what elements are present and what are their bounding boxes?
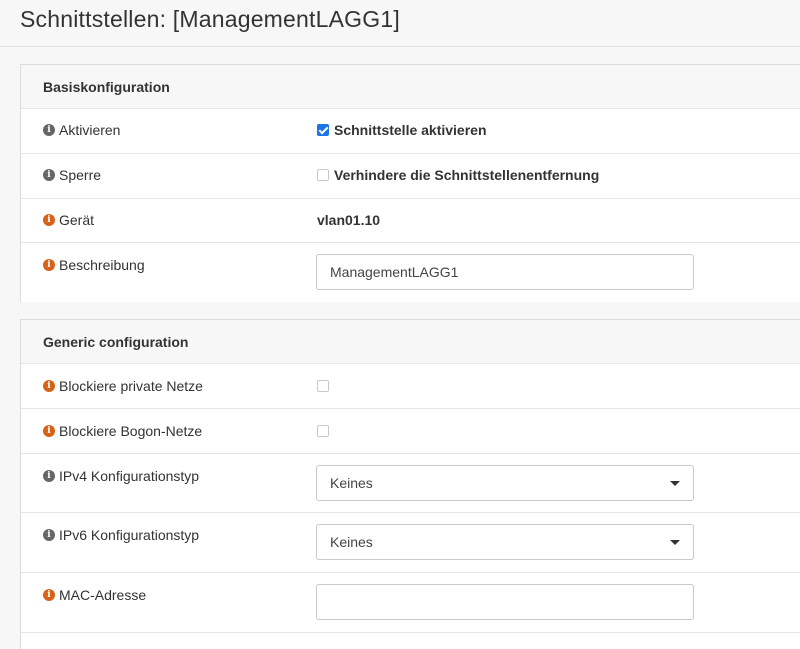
- ipv4-type-selected: Keines: [330, 475, 373, 491]
- enable-checkbox-label[interactable]: Schnittstelle aktivieren: [334, 122, 487, 138]
- basic-config-panel: Basiskonfiguration i Aktivieren Schnitts…: [20, 64, 800, 302]
- description-input[interactable]: ManagementLAGG1: [316, 254, 694, 290]
- description-label-group: i Beschreibung: [43, 257, 145, 273]
- info-icon[interactable]: i: [43, 470, 55, 482]
- chevron-down-icon: [670, 540, 680, 545]
- row-enable: i Aktivieren Schnittstelle aktivieren: [21, 109, 800, 154]
- generic-config-panel: Generic configuration i Blockiere privat…: [20, 319, 800, 649]
- page-title: Schnittstellen: [ManagementLAGG1]: [20, 6, 400, 32]
- block-bogon-label-group: i Blockiere Bogon-Netze: [43, 423, 202, 439]
- block-private-checkbox[interactable]: [317, 380, 329, 392]
- ipv6-label-group: i IPv6 Konfigurationstyp: [43, 527, 199, 543]
- row-mac: i MAC-Adresse: [21, 573, 800, 633]
- ipv6-type-select[interactable]: Keines: [316, 524, 694, 560]
- row-ipv6-type: i IPv6 Konfigurationstyp Keines: [21, 513, 800, 573]
- device-name: vlan01.10: [317, 212, 381, 228]
- enable-checkbox[interactable]: [317, 124, 329, 136]
- device-label: Gerät: [59, 212, 95, 228]
- ipv4-type-select[interactable]: Keines: [316, 465, 694, 501]
- row-device: i Gerät vlan01.10: [21, 199, 800, 243]
- block-private-value: [317, 380, 329, 392]
- device-value: vlan01.10: [317, 212, 380, 228]
- info-icon[interactable]: i: [43, 380, 55, 392]
- row-lock: i Sperre Verhindere die Schnittstellenen…: [21, 154, 800, 199]
- enable-label-group: i Aktivieren: [43, 122, 120, 138]
- mac-input[interactable]: [316, 584, 694, 620]
- info-icon[interactable]: i: [43, 589, 55, 601]
- mac-label-group: i MAC-Adresse: [43, 587, 146, 603]
- row-block-private: i Blockiere private Netze: [21, 364, 800, 409]
- lock-checkbox-label[interactable]: Verhindere die Schnittstellenentfernung: [334, 167, 599, 183]
- mac-label: MAC-Adresse: [59, 587, 147, 603]
- info-icon[interactable]: i: [43, 124, 55, 136]
- lock-label: Sperre: [59, 167, 102, 183]
- row-ipv4-type: i IPv4 Konfigurationstyp Keines: [21, 454, 800, 513]
- block-private-label-group: i Blockiere private Netze: [43, 378, 203, 394]
- section-title: Generic configuration: [43, 334, 189, 350]
- enable-label: Aktivieren: [59, 122, 121, 138]
- description-label: Beschreibung: [59, 257, 145, 273]
- info-icon[interactable]: i: [43, 259, 55, 271]
- page-header: Schnittstellen: [ManagementLAGG1]: [0, 0, 800, 47]
- chevron-down-icon: [670, 481, 680, 486]
- info-icon[interactable]: i: [43, 214, 55, 226]
- lock-checkbox[interactable]: [317, 169, 329, 181]
- block-bogon-checkbox[interactable]: [317, 425, 329, 437]
- block-private-label: Blockiere private Netze: [59, 378, 203, 394]
- info-icon[interactable]: i: [43, 169, 55, 181]
- device-label-group: i Gerät: [43, 212, 94, 228]
- section-title: Basiskonfiguration: [43, 79, 170, 95]
- block-bogon-label: Blockiere Bogon-Netze: [59, 423, 203, 439]
- header-divider: [0, 46, 800, 47]
- row-description: i Beschreibung ManagementLAGG1: [21, 243, 800, 302]
- block-bogon-value: [317, 425, 329, 437]
- info-icon[interactable]: i: [43, 425, 55, 437]
- row-block-bogon: i Blockiere Bogon-Netze: [21, 409, 800, 454]
- ipv4-label: IPv4 Konfigurationstyp: [59, 468, 200, 484]
- enable-value: Schnittstelle aktivieren: [317, 122, 487, 138]
- ipv6-type-selected: Keines: [330, 534, 373, 550]
- description-input-value: ManagementLAGG1: [330, 264, 459, 280]
- lock-label-group: i Sperre: [43, 167, 101, 183]
- generic-config-header: Generic configuration: [21, 320, 800, 364]
- ipv6-label: IPv6 Konfigurationstyp: [59, 527, 200, 543]
- basic-config-header: Basiskonfiguration: [21, 65, 800, 109]
- info-icon[interactable]: i: [43, 529, 55, 541]
- lock-value: Verhindere die Schnittstellenentfernung: [317, 167, 599, 183]
- ipv4-label-group: i IPv4 Konfigurationstyp: [43, 468, 199, 484]
